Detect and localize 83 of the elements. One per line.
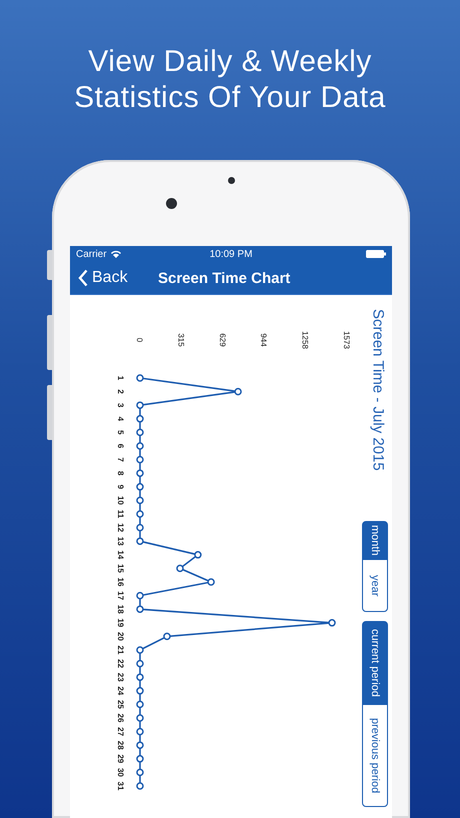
- axis-tick-label: 944: [259, 333, 268, 347]
- axis-category-label: 6: [116, 444, 125, 448]
- axis-category-label: 31: [116, 782, 125, 790]
- axis-category-label: 12: [116, 523, 125, 532]
- axis-tick-label: 315: [176, 333, 186, 347]
- axis-category-label: 20: [116, 632, 125, 641]
- axis-category-label: 7: [116, 457, 125, 462]
- data-point: [136, 415, 144, 423]
- camera-icon: [166, 198, 177, 209]
- axis-category-label: 21: [116, 646, 125, 654]
- chart-title: Screen Time - July 2015: [370, 309, 386, 473]
- axis-category-label: 26: [116, 714, 125, 722]
- axis-category-label: 2: [116, 389, 125, 394]
- data-point: [136, 524, 144, 532]
- data-point: [136, 741, 144, 749]
- data-point: [136, 592, 144, 600]
- axis-category-label: 23: [116, 672, 125, 682]
- data-point: [207, 578, 215, 586]
- data-point: [136, 510, 144, 518]
- segment-button[interactable]: month: [362, 521, 388, 559]
- axis-category-label: 18: [116, 604, 125, 614]
- axis-category-label: 16: [116, 578, 125, 586]
- axis-category-label: 3: [116, 402, 125, 408]
- axis-category-label: 28: [116, 740, 125, 750]
- data-point: [136, 673, 144, 681]
- data-point: [136, 483, 144, 491]
- axis-category-label: 10: [116, 496, 125, 505]
- back-button[interactable]: Back: [78, 269, 158, 287]
- data-point: [136, 456, 144, 464]
- axis-category-label: 25: [116, 700, 125, 709]
- axis-category-label: 4: [116, 416, 125, 422]
- data-point: [136, 442, 144, 450]
- axis-category-label: 1: [116, 376, 125, 380]
- data-point: [176, 564, 184, 572]
- data-point: [163, 632, 171, 640]
- data-point: [136, 755, 144, 763]
- axis-tick-label: 0: [135, 338, 144, 342]
- segment-button[interactable]: year: [362, 559, 388, 612]
- axis-category-label: 30: [116, 768, 125, 777]
- chevron-left-icon: [78, 269, 88, 287]
- data-point: [136, 768, 144, 776]
- data-point: [136, 537, 144, 545]
- axis-category-label: 14: [116, 550, 125, 560]
- axis-category-label: 24: [116, 686, 125, 696]
- data-point: [136, 469, 144, 477]
- data-point: [136, 660, 144, 668]
- data-point: [136, 401, 144, 409]
- data-point: [136, 782, 144, 790]
- screen-title: Screen Time Chart: [158, 270, 290, 286]
- axis-category-label: 8: [116, 470, 125, 476]
- axis-category-label: 11: [116, 510, 125, 518]
- data-point: [136, 700, 144, 708]
- data-point: [136, 714, 144, 722]
- axis-category-label: 13: [116, 536, 125, 546]
- data-point: [136, 646, 144, 654]
- battery-icon: [366, 250, 386, 258]
- data-point: [136, 374, 144, 382]
- data-point: [136, 428, 144, 436]
- axis-tick-label: 629: [218, 333, 227, 347]
- data-point: [136, 687, 144, 695]
- axis-category-label: 29: [116, 754, 125, 764]
- axis-category-label: 27: [116, 727, 125, 736]
- data-point: [136, 605, 144, 613]
- data-point: [234, 388, 242, 396]
- segment-button[interactable]: previous period: [362, 704, 388, 807]
- data-point: [328, 619, 336, 627]
- axis-category-label: 22: [116, 659, 125, 668]
- carrier-label: Carrier: [76, 248, 107, 260]
- axis-tick-label: 1573: [342, 331, 351, 349]
- data-point: [194, 551, 202, 559]
- axis-category-label: 19: [116, 618, 125, 628]
- sensor-icon: [228, 177, 235, 184]
- wifi-icon: [110, 250, 121, 258]
- segment-button[interactable]: current period: [362, 621, 388, 704]
- axis-category-label: 15: [116, 564, 125, 573]
- status-time: 10:09 PM: [210, 248, 252, 260]
- data-point: [136, 496, 144, 504]
- axis-tick-label: 1258: [300, 331, 310, 349]
- data-point: [136, 728, 144, 736]
- headline: View Daily & Weekly Statistics Of Your Data: [73, 44, 387, 116]
- axis-category-label: 5: [116, 430, 125, 435]
- axis-category-label: 9: [116, 484, 125, 490]
- axis-category-label: 17: [116, 591, 125, 600]
